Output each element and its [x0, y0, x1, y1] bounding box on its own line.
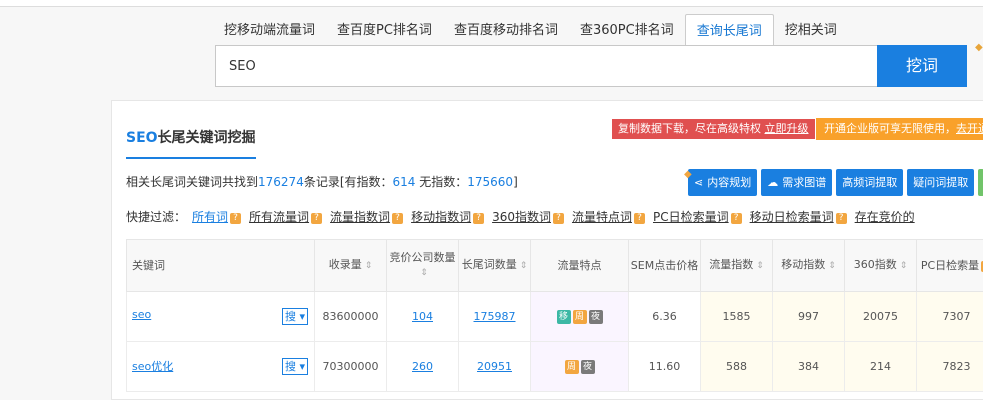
dig-button[interactable]: 挖词: [877, 45, 967, 87]
tab-baidu-mobile-rank[interactable]: 查百度移动排名词: [443, 14, 569, 46]
table-row: seo优化 搜 ▾ 70300000 260 20951 周夜 11.60 588…: [126, 341, 983, 392]
upgrade-notice: 复制数据下载，尽在高级特权 立即升级: [612, 119, 815, 139]
header-mobile-index[interactable]: 移动指数 ⇕: [772, 239, 845, 292]
tab-related[interactable]: 挖相关词: [774, 14, 848, 46]
help-icon: ?: [473, 213, 485, 224]
index-360-cell: 20075: [844, 291, 917, 342]
bid-link[interactable]: 260: [412, 360, 433, 373]
mobile-tag: 移: [556, 310, 571, 324]
keyword-cell: seo优化 搜 ▾: [126, 341, 315, 392]
header-keyword: 关键词: [126, 239, 315, 292]
table-row: seo 搜 ▾ 83600000 104 175987 移周夜 6.36 1585…: [126, 291, 983, 342]
help-icon: ?: [552, 213, 564, 224]
mobile-index-cell: 384: [772, 341, 845, 392]
demand-map-button[interactable]: ☁ 需求图谱: [761, 169, 833, 196]
keyword-link[interactable]: seo: [132, 308, 151, 321]
filter-pc-daily[interactable]: PC日检索量词?: [653, 208, 742, 225]
pc-daily-cell: 7307: [916, 291, 983, 342]
sem-price-cell: 11.60: [628, 341, 701, 392]
longtail-panel: SEO长尾关键词挖掘 复制数据下载，尽在高级特权 立即升级 开通企业版可享无限使…: [111, 100, 983, 400]
help-icon: ?: [311, 213, 323, 224]
search-box: [215, 45, 878, 87]
vip-diamond-icon: ◆: [684, 169, 692, 180]
top-bar: [0, 0, 983, 7]
filter-traffic-feature[interactable]: 流量特点词?: [572, 208, 645, 225]
enterprise-notice: 开通企业版可享无限使用，去开通: [816, 118, 983, 140]
filter-traffic-index[interactable]: 流量指数词?: [330, 208, 404, 225]
sort-icon: ⇕: [899, 261, 908, 271]
header-360-index[interactable]: 360指数 ⇕: [844, 239, 917, 292]
enterprise-link[interactable]: 去开通: [956, 122, 983, 135]
traffic-feature-cell: 移周夜: [530, 291, 629, 342]
upgrade-link[interactable]: 立即升级: [765, 122, 809, 135]
indexed-cell: 83600000: [314, 291, 387, 342]
question-extract-button[interactable]: 疑问词提取: [907, 169, 975, 196]
sort-icon: ⇕: [828, 261, 836, 271]
header-indexed[interactable]: 收录量 ⇕: [314, 239, 387, 292]
index-360-cell: 214: [844, 341, 917, 392]
header-sem-price: SEM点击价格: [628, 239, 701, 292]
side-diamond-icon: ◆: [975, 42, 983, 53]
filter-mobile-daily[interactable]: 移动日检索量词?: [750, 208, 847, 225]
longtail-cell: 20951: [458, 341, 531, 392]
week-tag: 周: [564, 360, 579, 374]
filter-360-index[interactable]: 360指数词?: [492, 208, 564, 225]
content-plan-button[interactable]: ◆ ⋖ 内容规划: [684, 169, 758, 196]
filter-all-traffic[interactable]: 所有流量词?: [249, 208, 323, 225]
night-tag: 夜: [580, 360, 595, 374]
header-traffic-feature: 流量特点: [530, 239, 629, 292]
cloud-icon: ☁: [767, 176, 779, 189]
longtail-cell: 175987: [458, 291, 531, 342]
tab-360-pc-rank[interactable]: 查360PC排名词: [569, 14, 685, 46]
indexed-cell: 70300000: [314, 341, 387, 392]
panel-title: SEO长尾关键词挖掘: [126, 127, 256, 159]
search-tabs: 挖移动端流量词 查百度PC排名词 查百度移动排名词 查360PC排名词 查询长尾…: [213, 14, 848, 46]
high-freq-extract-button[interactable]: 高频词提取: [836, 169, 904, 196]
week-tag: 周: [572, 310, 587, 324]
result-summary: 相关长尾词关键词共找到176274条记录[有指数：614 无指数：175660]: [126, 175, 518, 189]
search-input[interactable]: [216, 46, 877, 86]
tab-longtail[interactable]: 查询长尾词: [684, 14, 774, 46]
search-engine-select[interactable]: 搜 ▾: [281, 358, 308, 375]
share-icon: ⋖: [694, 176, 704, 189]
tab-mobile-traffic[interactable]: 挖移动端流量词: [213, 14, 326, 46]
header-traffic-index[interactable]: 流量指数 ⇕: [700, 239, 773, 292]
help-icon: ?: [730, 213, 742, 224]
longtail-link[interactable]: 175987: [474, 310, 516, 323]
bid-cell: 260: [386, 341, 459, 392]
keyword-cell: seo 搜 ▾: [126, 291, 315, 342]
keyword-table: 关键词 收录量 ⇕ 竞价公司数量⇕ 长尾词数量 ⇕ 流量特点 SEM点击价格 流量指…: [126, 239, 983, 392]
tab-baidu-pc-rank[interactable]: 查百度PC排名词: [326, 14, 443, 46]
night-tag: 夜: [588, 310, 603, 324]
pc-daily-cell: 7823: [916, 341, 983, 392]
traffic-index-cell: 1585: [700, 291, 773, 342]
sort-icon: ⇕: [364, 261, 373, 271]
header-longtail-count[interactable]: 长尾词数量 ⇕: [458, 239, 531, 292]
search-engine-select[interactable]: 搜 ▾: [281, 308, 308, 325]
traffic-feature-cell: 周夜: [530, 341, 629, 392]
header-pc-daily[interactable]: PC日检索量?: [916, 239, 983, 292]
filter-bidding[interactable]: 存在竞价的: [855, 208, 915, 225]
filter-all[interactable]: 所有词?: [192, 208, 242, 225]
help-icon: ?: [835, 213, 847, 224]
action-buttons: ◆ ⋖ 内容规划 ☁ 需求图谱 高频词提取 疑问词提取: [684, 169, 983, 196]
longtail-link[interactable]: 20951: [477, 360, 512, 373]
bid-cell: 104: [386, 291, 459, 342]
more-action-button[interactable]: [978, 169, 983, 196]
sort-icon: ⇕: [756, 261, 764, 271]
filter-label: 快捷过滤：: [126, 210, 187, 224]
mobile-index-cell: 997: [772, 291, 845, 342]
help-icon: ?: [392, 213, 404, 224]
keyword-link[interactable]: seo优化: [132, 360, 173, 373]
bid-link[interactable]: 104: [412, 310, 433, 323]
sort-icon: ⇕: [420, 268, 428, 278]
filter-mobile-index[interactable]: 移动指数词?: [411, 208, 485, 225]
help-icon: ?: [634, 213, 645, 224]
quick-filters: 快捷过滤： 所有词? 所有流量词? 流量指数词? 移动指数词? 360指数词? …: [126, 208, 923, 225]
sem-price-cell: 6.36: [628, 291, 701, 342]
header-bid-companies[interactable]: 竞价公司数量⇕: [386, 239, 459, 292]
traffic-index-cell: 588: [700, 341, 773, 392]
help-icon: ?: [230, 213, 242, 224]
sort-icon: ⇕: [519, 261, 528, 271]
